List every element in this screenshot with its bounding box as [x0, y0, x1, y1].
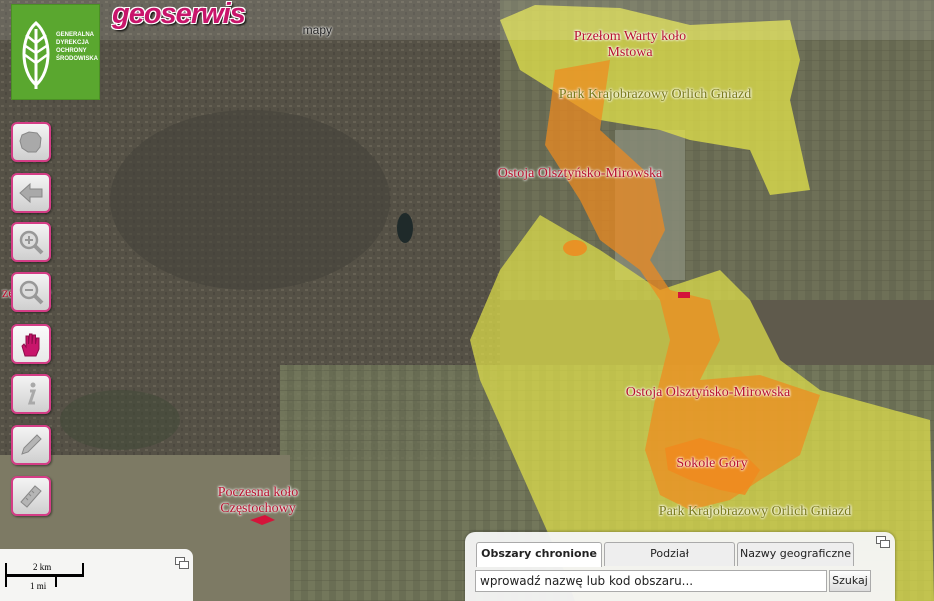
pan-hand-icon [21, 333, 40, 357]
scale-km-label: 2 km [33, 562, 52, 572]
edit-pencil-icon [21, 434, 42, 455]
map-label-poczesna: Poczesna koło Częstochowy [217, 485, 299, 516]
edit-button[interactable] [11, 425, 51, 465]
back-button[interactable] [11, 173, 51, 213]
search-input[interactable]: wprowadź nazwę lub kod obszaru... [475, 570, 827, 592]
gdos-logo-text: GENERALNA DYREKCJA OCHRONY ŚRODOWISKA [56, 32, 98, 62]
measure-button[interactable] [11, 476, 51, 516]
zoom-out-button[interactable] [11, 272, 51, 312]
zoom-in-button[interactable] [11, 222, 51, 262]
scale-mi-label: 1 mi [30, 581, 47, 591]
search-button[interactable]: Szukaj [829, 570, 871, 592]
tab-obszary-chronione[interactable]: Obszary chronione [476, 542, 602, 567]
tab-nazwy-geograficzne[interactable]: Nazwy geograficzne [737, 542, 854, 566]
brand-subtitle: mapy [302, 23, 332, 37]
poland-extent-button[interactable] [11, 122, 51, 162]
search-panel: Obszary chronione Podział administracyjn… [465, 532, 895, 601]
brand-title: geoserwis [112, 0, 246, 30]
leaf-icon [22, 21, 50, 89]
map-label-orlich-south: Park Krajobrazowy Orlich Gniazd [658, 504, 852, 519]
map-label-ostoja-south: Ostoja Olsztyńsko-Mirowska [625, 385, 791, 400]
info-button[interactable] [11, 374, 51, 414]
zoom-out-icon [19, 280, 44, 305]
map-label-przelom: Przełom Warty koło Mstowa [573, 29, 687, 60]
zoom-in-icon [19, 230, 44, 255]
geoserwis-logo[interactable]: geoserwis mapy [112, 0, 336, 40]
measure-ruler-icon [20, 485, 42, 508]
map-label-sokole-gory: Sokole Góry [676, 456, 748, 471]
pan-button[interactable] [11, 324, 51, 364]
info-icon [27, 382, 37, 405]
gdos-logo[interactable]: GENERALNA DYREKCJA OCHRONY ŚRODOWISKA [11, 4, 100, 100]
poland-extent-icon [19, 131, 42, 153]
map-label-ostoja-north: Ostoja Olsztyńsko-Mirowska [497, 166, 663, 181]
map-label-orlich-north: Park Krajobrazowy Orlich Gniazd [558, 87, 752, 102]
back-arrow-icon [19, 182, 43, 204]
scale-bar: 2 km 1 mi [0, 549, 193, 601]
tab-podzial-administracyjny[interactable]: Podział administracyjny [604, 542, 735, 582]
collapse-panel-icon[interactable] [876, 536, 890, 548]
collapse-scale-icon[interactable] [175, 557, 189, 569]
